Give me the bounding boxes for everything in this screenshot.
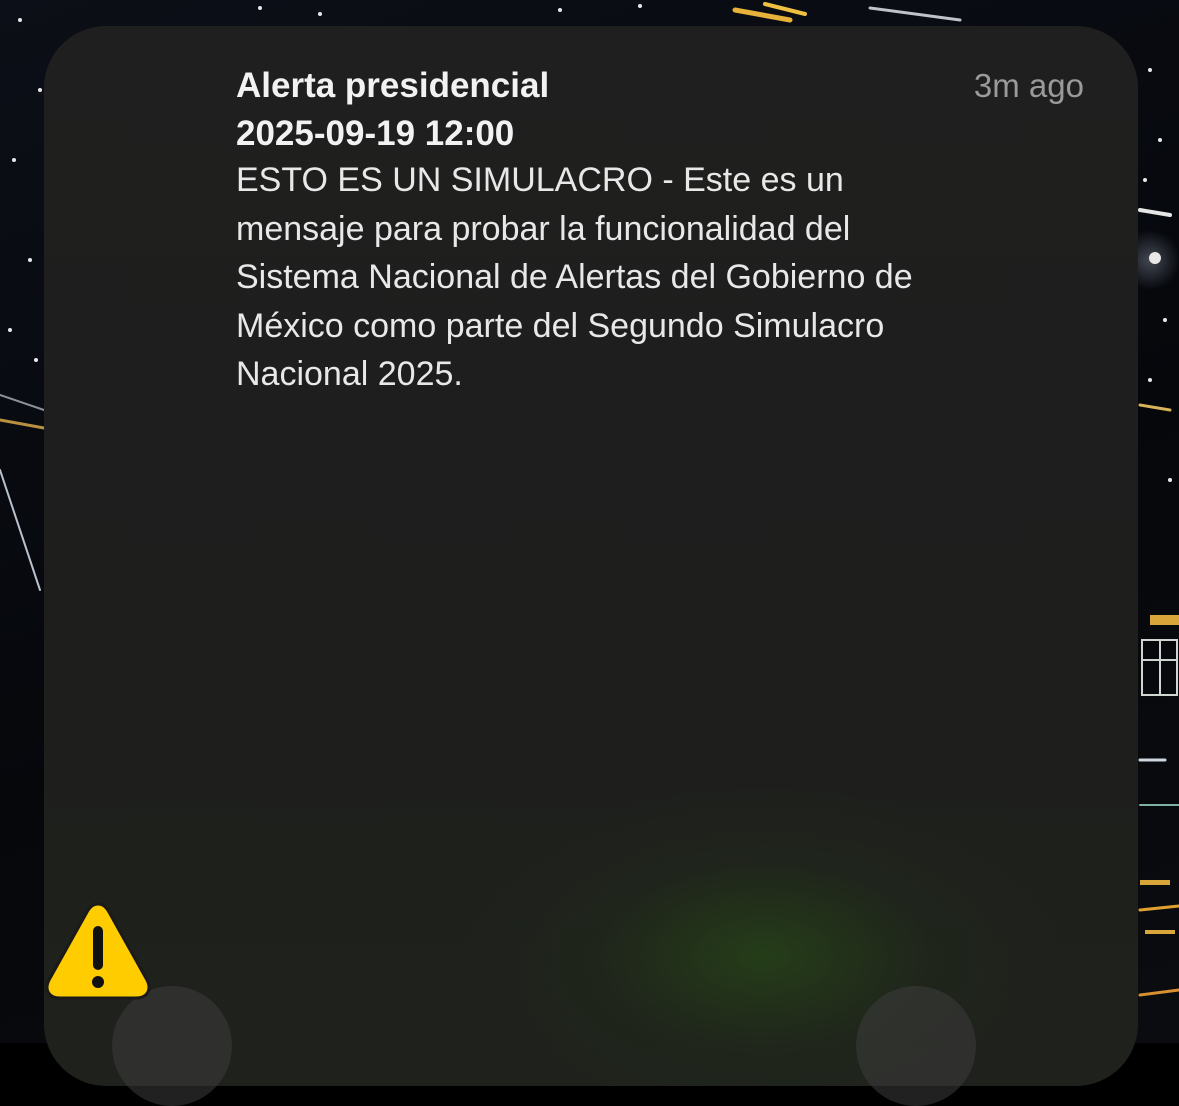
alert-title: Alerta presidencial: [236, 66, 550, 105]
alert-message-line: México como parte del Segundo Simulacro: [236, 306, 885, 345]
alert-message-line: ESTO ES UN SIMULACRO - Este es un: [236, 161, 844, 199]
alert-datetime: 2025-09-19 12:00: [236, 114, 515, 153]
alert-message-line: Nacional 2025.: [236, 355, 463, 393]
emergency-alert-notification[interactable]: Alerta presidencial 3m ago 2025-09-19 12…: [44, 26, 1138, 1086]
alert-message-line: Sistema Nacional de Alertas del Gobierno…: [236, 258, 913, 296]
warning-icon: [43, 898, 153, 1002]
lockscreen-flashlight-button[interactable]: [112, 986, 232, 1106]
alert-message: ESTO ES UN SIMULACRO - Este es un mensaj…: [236, 156, 1066, 399]
alert-timestamp-relative: 3m ago: [973, 67, 1084, 104]
lockscreen-camera-button[interactable]: [856, 986, 976, 1106]
alert-message-line: mensaje para probar la funcionalidad del: [236, 209, 851, 248]
